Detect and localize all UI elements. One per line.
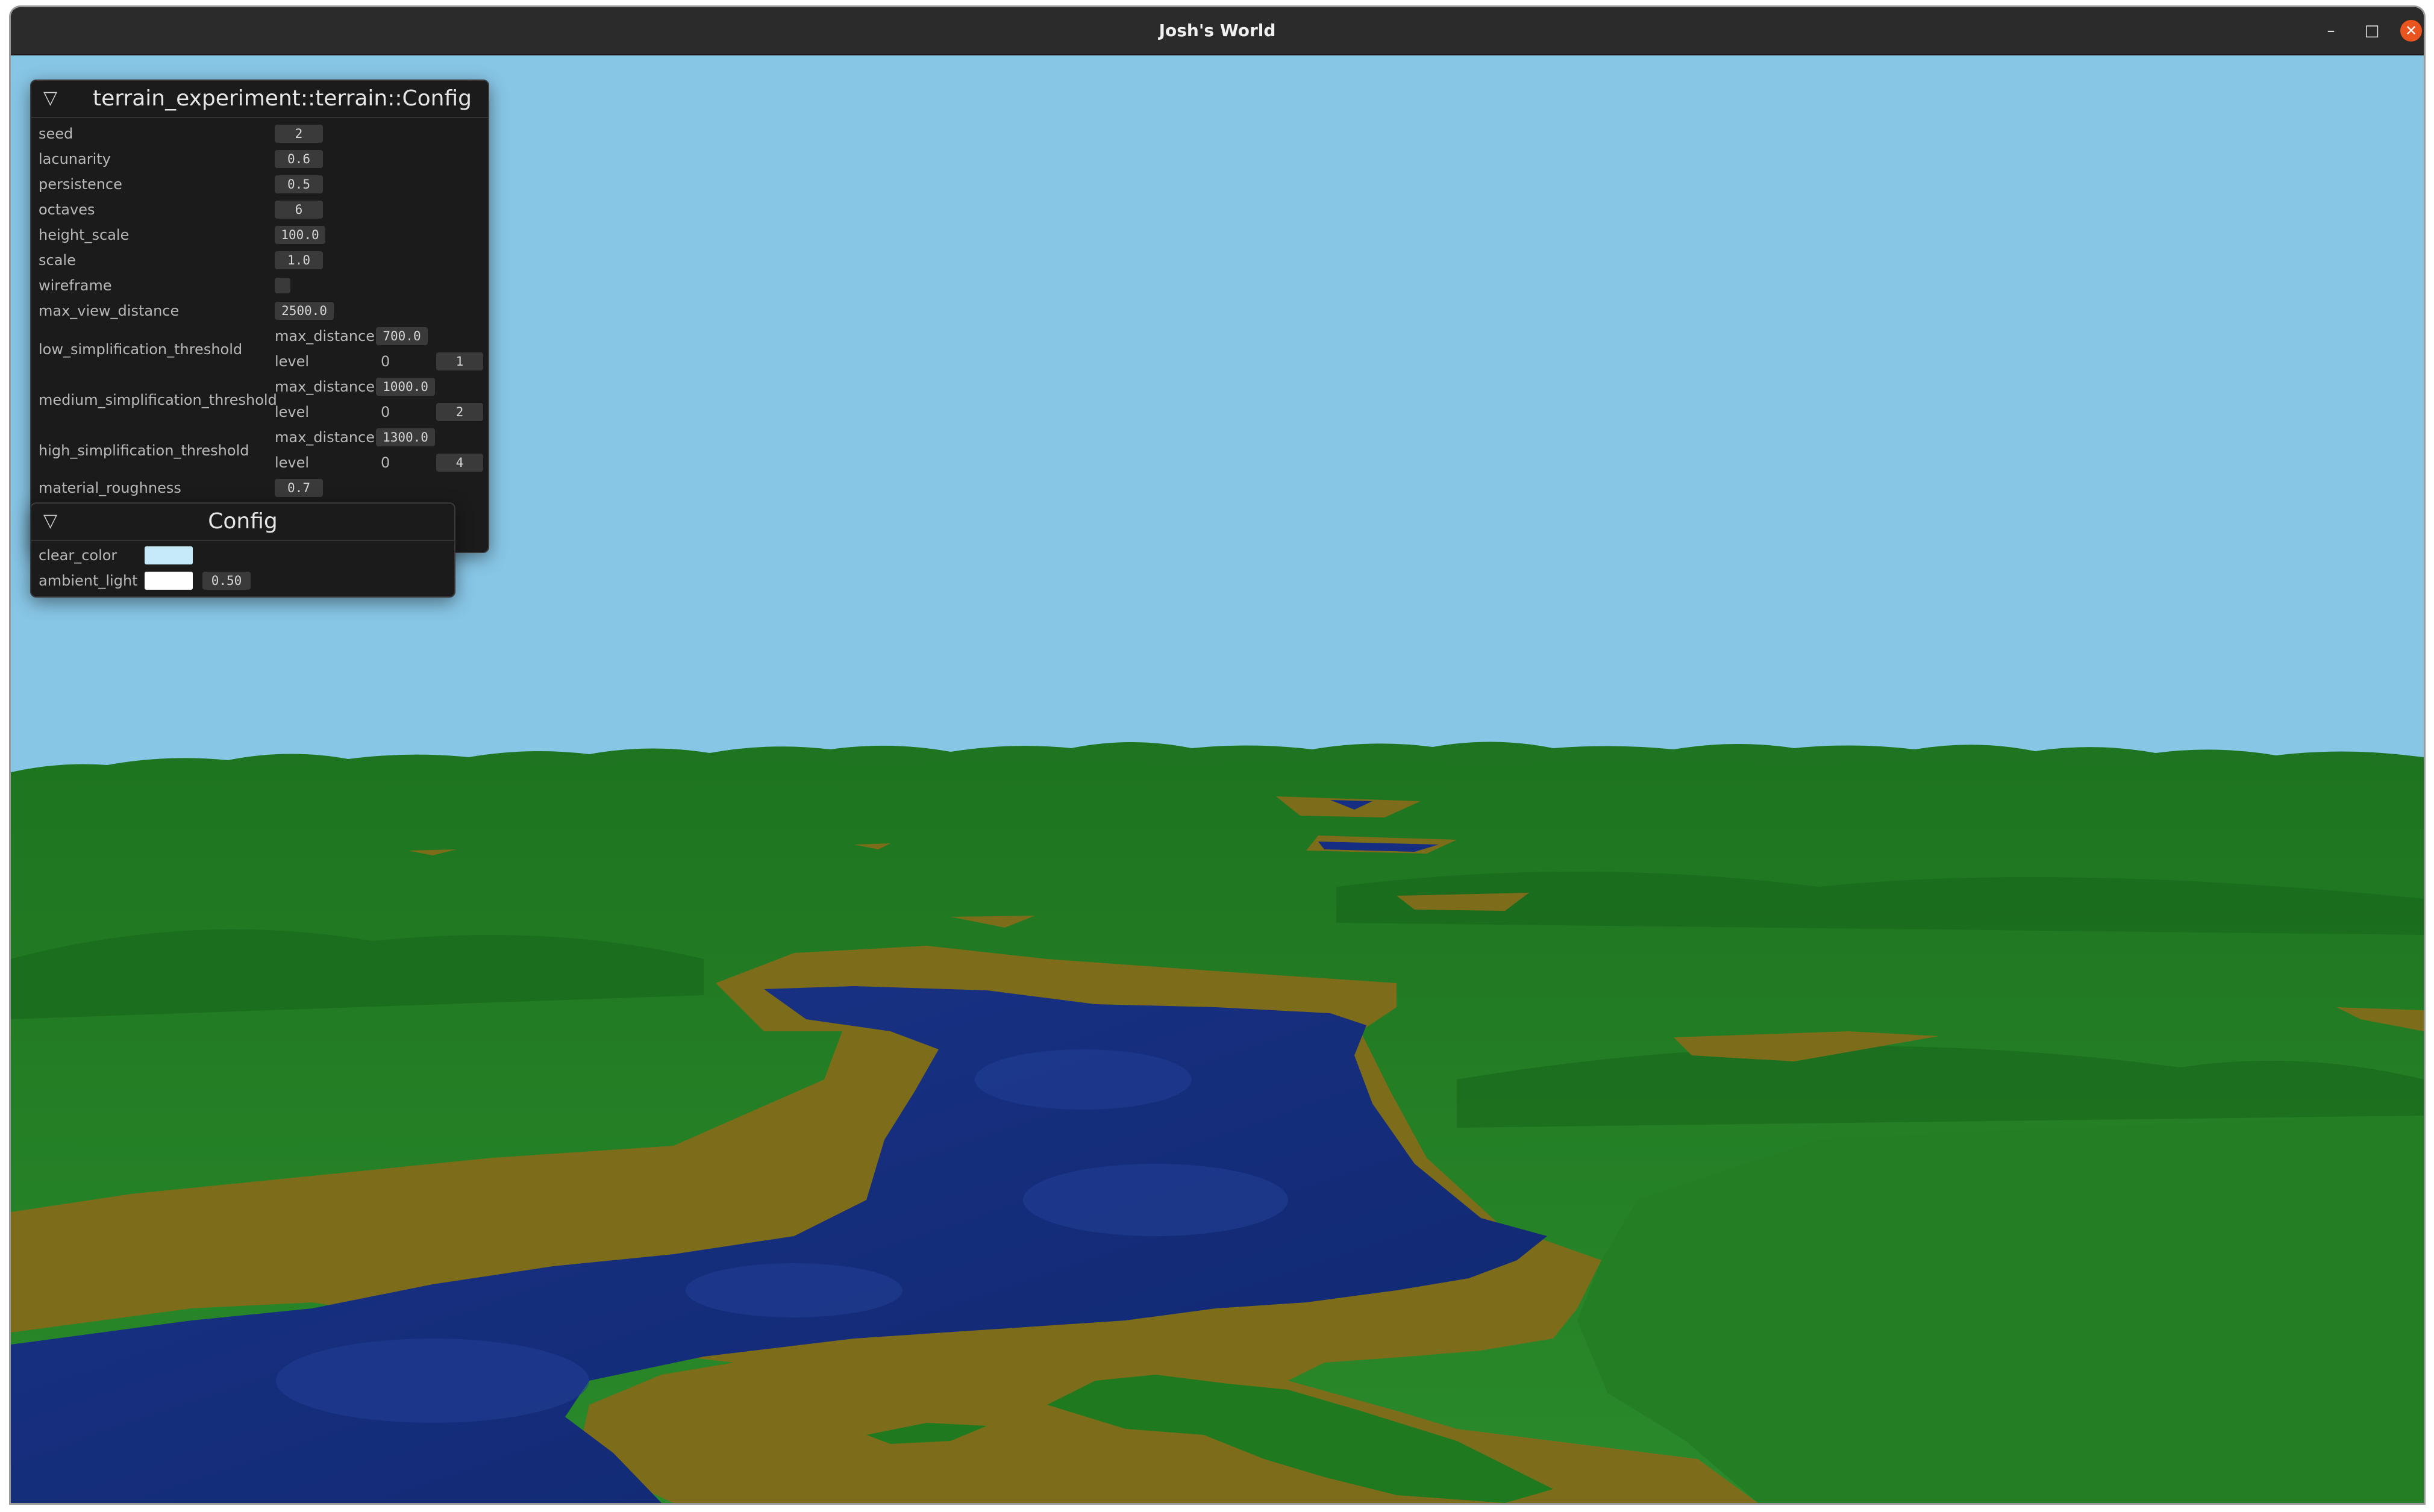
seed-label: seed (39, 125, 74, 142)
persistence-label: persistence (39, 176, 122, 193)
medium-level-label: level (275, 404, 310, 420)
maximize-icon: □ (2364, 22, 2380, 40)
low-level-label: level (275, 353, 310, 370)
low-level-min: 0 (381, 353, 390, 370)
ambient-light-label: ambient_light (39, 572, 138, 589)
material-roughness-label: material_roughness (39, 480, 181, 496)
medium-simplification-group: medium_simplification_threshold max_dist… (39, 375, 484, 425)
low-simplification-group: low_simplification_threshold max_distanc… (39, 324, 484, 375)
clear-color-swatch[interactable] (145, 546, 193, 564)
seed-field[interactable]: 2 (275, 125, 323, 143)
scale-field[interactable]: 1.0 (275, 251, 323, 269)
high-level-min: 0 (381, 454, 390, 471)
medium-level-field[interactable]: 2 (436, 403, 483, 421)
max-view-distance-label: max_view_distance (39, 302, 180, 319)
low-max-distance-label: max_distance (275, 328, 375, 345)
ambient-light-intensity-field[interactable]: 0.50 (202, 572, 251, 590)
height-scale-label: height_scale (39, 226, 130, 243)
medium-max-distance-label: max_distance (275, 378, 375, 395)
clear-color-label: clear_color (39, 547, 117, 564)
panel-title: Config (208, 509, 278, 534)
material-roughness-field[interactable]: 0.7 (275, 479, 323, 497)
high-max-distance-label: max_distance (275, 429, 375, 446)
wireframe-label: wireframe (39, 277, 112, 294)
panel-header[interactable]: ▽ Config (31, 504, 454, 541)
collapse-triangle-icon[interactable]: ▽ (43, 88, 57, 108)
low-max-distance-field[interactable]: 700.0 (376, 327, 428, 345)
3d-viewport[interactable]: ▽ terrain_experiment::terrain::Config se… (11, 55, 2424, 1503)
lacunarity-field[interactable]: 0.6 (275, 150, 323, 168)
maximize-button[interactable]: □ (2359, 18, 2385, 43)
panel-header[interactable]: ▽ terrain_experiment::terrain::Config (31, 81, 488, 118)
medium-max-distance-field[interactable]: 1000.0 (376, 378, 435, 396)
lacunarity-label: lacunarity (39, 151, 111, 167)
low-level-field[interactable]: 1 (436, 352, 483, 370)
octaves-field[interactable]: 6 (275, 201, 323, 219)
high-simplification-label: high_simplification_threshold (39, 442, 249, 459)
config-panel: ▽ Config clear_color ambient_light 0.50 (30, 502, 455, 598)
octaves-label: octaves (39, 201, 95, 218)
max-view-distance-field[interactable]: 2500.0 (275, 302, 334, 320)
app-window: Josh's World – □ ✕ ▽ terrain_experiment:… (11, 7, 2424, 1503)
ambient-light-swatch[interactable] (145, 572, 193, 590)
scale-label: scale (39, 252, 76, 269)
window-title: Josh's World (1159, 20, 1276, 40)
minimize-button[interactable]: – (2318, 18, 2344, 43)
persistence-field[interactable]: 0.5 (275, 175, 323, 193)
high-max-distance-field[interactable]: 1300.0 (376, 428, 435, 446)
low-simplification-label: low_simplification_threshold (39, 341, 243, 358)
title-bar[interactable]: Josh's World – □ ✕ (11, 7, 2424, 55)
height-scale-field[interactable]: 100.0 (275, 226, 325, 244)
close-button[interactable]: ✕ (2400, 20, 2422, 42)
terrain-config-panel: ▽ terrain_experiment::terrain::Config se… (30, 80, 489, 553)
medium-level-min: 0 (381, 404, 390, 420)
high-level-field[interactable]: 4 (436, 454, 483, 472)
high-level-label: level (275, 454, 310, 471)
panel-title: terrain_experiment::terrain::Config (93, 86, 472, 111)
close-icon: ✕ (2404, 22, 2418, 39)
minimize-icon: – (2327, 22, 2335, 40)
wireframe-checkbox[interactable] (275, 278, 290, 293)
medium-simplification-label: medium_simplification_threshold (39, 392, 277, 408)
high-simplification-group: high_simplification_threshold max_distan… (39, 425, 484, 476)
